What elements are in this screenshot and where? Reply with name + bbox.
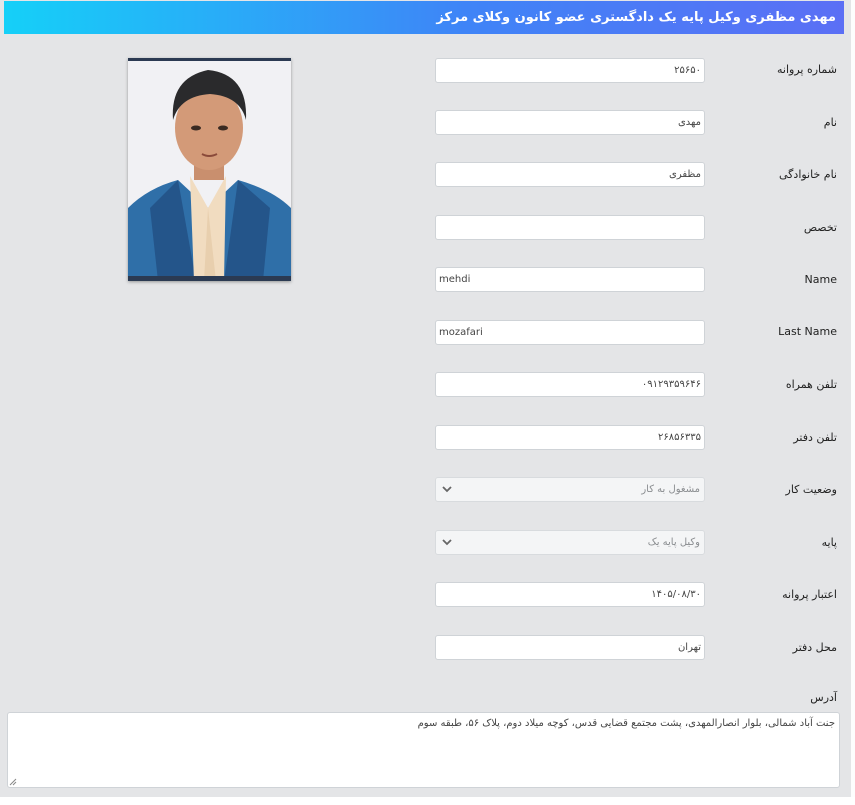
mobile-label: تلفن همراه: [785, 378, 837, 391]
office-location-field[interactable]: تهران: [435, 635, 705, 660]
work-status-value: مشغول به کار: [641, 484, 700, 495]
last-name-en-label: Last Name: [778, 325, 837, 338]
address-text: جنت آباد شمالی، بلوار انصارالمهدی، پشت م…: [417, 718, 835, 729]
license-number-label: شماره پروانه: [777, 63, 837, 76]
chevron-down-icon: [442, 539, 452, 546]
grade-value: وکیل پایه یک: [647, 537, 700, 548]
last-name-en-field[interactable]: mozafari: [435, 320, 705, 345]
resize-handle-icon[interactable]: [9, 778, 17, 786]
scrollbar-track[interactable]: [851, 0, 855, 797]
name-en-label: Name: [804, 273, 837, 286]
specialty-field[interactable]: [435, 215, 705, 240]
grade-select[interactable]: وکیل پایه یک: [435, 530, 705, 555]
first-name-label: نام: [823, 116, 837, 129]
office-phone-label: تلفن دفتر: [793, 431, 837, 444]
office-phone-field[interactable]: ۲۶۸۵۶۳۳۵: [435, 425, 705, 450]
chevron-down-icon: [442, 486, 452, 493]
work-status-label: وضعیت کار: [785, 483, 837, 496]
specialty-label: تخصص: [803, 221, 837, 234]
license-validity-label: اعتبار پروانه: [782, 588, 837, 601]
mobile-field[interactable]: ۰۹۱۲۹۳۵۹۶۴۶: [435, 372, 705, 397]
first-name-field[interactable]: مهدی: [435, 110, 705, 135]
family-name-label: نام خانوادگی: [779, 168, 837, 181]
page-header: مهدی مظفری وکیل پایه یک دادگستری عضو کان…: [4, 1, 844, 34]
page-title: مهدی مظفری وکیل پایه یک دادگستری عضو کان…: [436, 10, 836, 25]
work-status-select[interactable]: مشغول به کار: [435, 477, 705, 502]
family-name-field[interactable]: مظفری: [435, 162, 705, 187]
address-label: آدرس: [810, 691, 837, 704]
profile-photo: [128, 58, 291, 281]
license-number-field[interactable]: ۲۵۶۵۰: [435, 58, 705, 83]
name-en-field[interactable]: mehdi: [435, 267, 705, 292]
grade-label: پایه: [821, 536, 837, 549]
office-location-label: محل دفتر: [792, 641, 837, 654]
address-textarea[interactable]: جنت آباد شمالی، بلوار انصارالمهدی، پشت م…: [7, 712, 840, 788]
page-footer-strip: [0, 797, 855, 805]
license-validity-field[interactable]: ۱۴۰۵/۰۸/۳۰: [435, 582, 705, 607]
